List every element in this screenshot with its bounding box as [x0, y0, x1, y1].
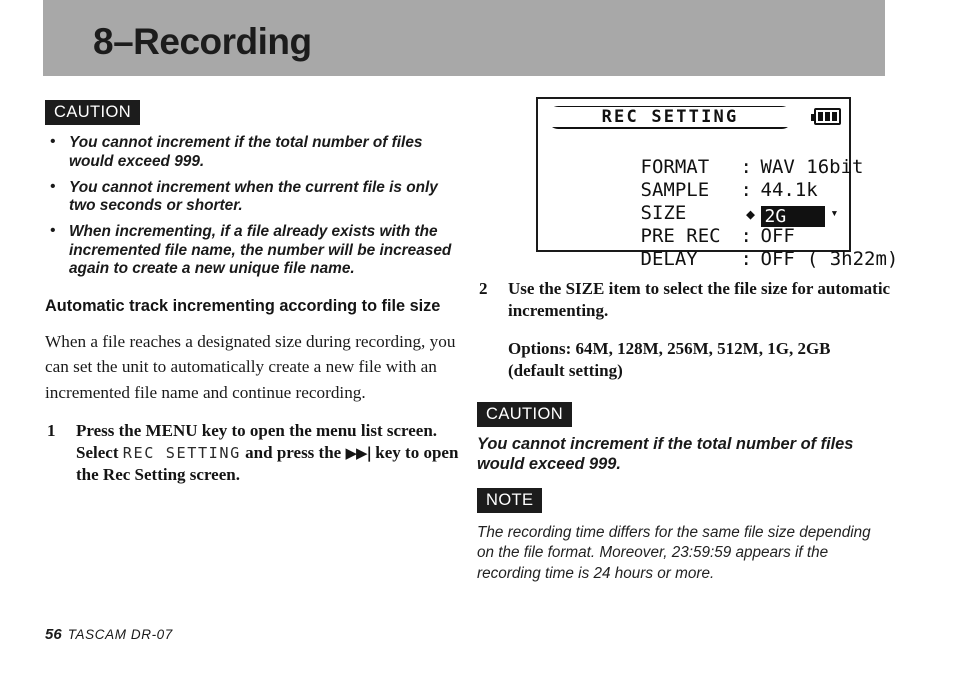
- step-2: 2 Use the SIZE item to select the file si…: [477, 278, 891, 323]
- product-brand: TASCAM DR-07: [67, 627, 173, 642]
- lcd-menu-term: REC SETTING: [122, 443, 241, 462]
- page-footer: 56 TASCAM DR-07: [45, 626, 173, 643]
- caution-body-text: You cannot increment if the total number…: [477, 435, 854, 473]
- skip-forward-icon: ▶▶|: [345, 443, 372, 462]
- section-heading: Automatic track incrementing according t…: [45, 296, 441, 315]
- chapter-header-banner: 8–Recording: [43, 0, 885, 76]
- note-label: NOTE: [477, 487, 543, 514]
- list-item: You cannot increment when the current fi…: [45, 178, 460, 216]
- step-number: 2: [479, 279, 488, 298]
- step-number: 1: [47, 420, 56, 440]
- note-body-text: The recording time differs for the same …: [477, 524, 871, 582]
- step-1: 1 Press the MENU key to open the menu lis…: [45, 420, 460, 487]
- step-text: Use the SIZE item to select the file siz…: [508, 279, 891, 321]
- body-paragraph: When a file reaches a designated size du…: [45, 332, 456, 402]
- step-text-middle: and press the: [240, 442, 346, 462]
- list-item: When incrementing, if a file already exi…: [45, 222, 460, 279]
- lcd-spacer: [477, 95, 891, 263]
- caution-label-right: CAUTION: [477, 401, 573, 428]
- caution-label-left: CAUTION: [45, 100, 141, 126]
- caution-bullet-list: You cannot increment if the total number…: [45, 133, 460, 279]
- page-number: 56: [45, 626, 62, 643]
- right-column: 2 Use the SIZE item to select the file si…: [477, 95, 891, 584]
- options-line: Options: 64M, 128M, 256M, 512M, 1G, 2GB …: [508, 338, 831, 381]
- page-title: 8–Recording: [93, 21, 312, 62]
- left-column: CAUTION You cannot increment if the tota…: [45, 100, 460, 486]
- list-item: You cannot increment if the total number…: [45, 133, 460, 171]
